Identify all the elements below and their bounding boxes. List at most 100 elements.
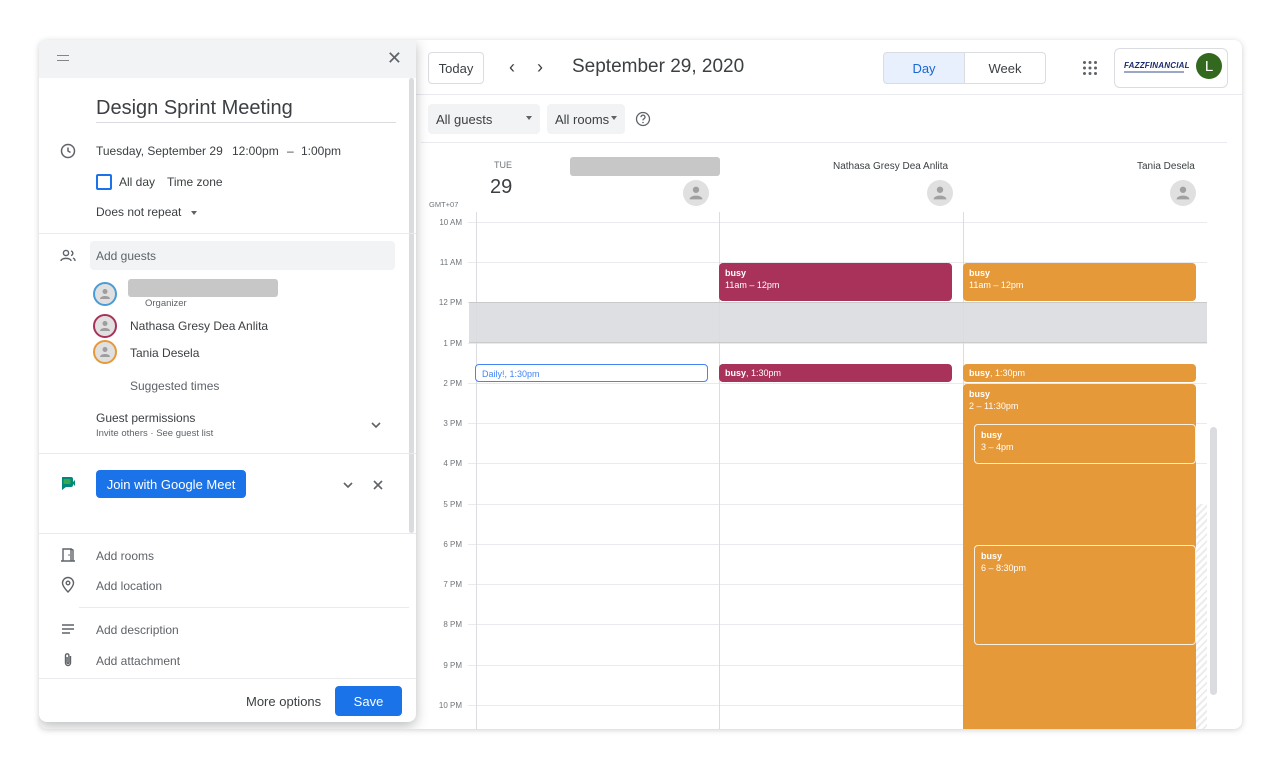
hour-gridline bbox=[468, 343, 1207, 344]
more-options-button[interactable]: More options bbox=[246, 694, 321, 709]
person-icon bbox=[100, 289, 110, 299]
column-avatar bbox=[683, 180, 709, 206]
attachment-icon bbox=[64, 653, 72, 667]
current-date-title: September 29, 2020 bbox=[572, 56, 745, 77]
repeat-dropdown[interactable]: Does not repeat bbox=[96, 205, 197, 219]
daily-event[interactable]: Daily!, 1:30pm bbox=[475, 364, 708, 382]
busy-event[interactable]: busy 3 – 4pm bbox=[974, 424, 1196, 464]
event-time: 6 – 8:30pm bbox=[981, 563, 1027, 573]
event-title: busy bbox=[969, 389, 991, 399]
divider bbox=[39, 453, 416, 454]
guest-name[interactable]: Nathasa Gresy Dea Anlita bbox=[130, 319, 268, 333]
busy-event[interactable]: busy 11am – 12pm bbox=[963, 263, 1196, 301]
panel-drag-bar[interactable]: ✕ bbox=[39, 40, 416, 78]
hour-label: 12 PM bbox=[438, 298, 462, 307]
busy-event[interactable]: busy, 1:30pm bbox=[963, 364, 1196, 382]
footer-divider bbox=[39, 678, 416, 679]
organizer-column-name-redacted bbox=[570, 157, 720, 176]
calendar-scrollbar[interactable] bbox=[1210, 427, 1217, 695]
hour-label: 3 PM bbox=[443, 419, 462, 428]
hour-gridline bbox=[468, 222, 1207, 223]
time-zone-link[interactable]: Time zone bbox=[167, 175, 223, 189]
add-description[interactable]: Add description bbox=[96, 623, 179, 637]
guest-avatar bbox=[93, 314, 117, 338]
chevron-down-icon bbox=[526, 116, 532, 120]
day-number[interactable]: 29 bbox=[490, 176, 512, 199]
user-avatar[interactable]: L bbox=[1196, 53, 1222, 79]
column-header-name: Nathasa Gresy Dea Anlita bbox=[833, 161, 949, 172]
help-icon[interactable] bbox=[635, 111, 651, 127]
weekday-label: TUE bbox=[494, 160, 512, 170]
guest-permissions-title[interactable]: Guest permissions bbox=[96, 411, 195, 425]
add-attachment[interactable]: Add attachment bbox=[96, 654, 180, 668]
organizer-avatar bbox=[93, 282, 117, 306]
description-icon bbox=[62, 624, 74, 634]
hour-label: 10 AM bbox=[439, 218, 462, 227]
brand-tagline-bar bbox=[1124, 71, 1184, 73]
join-google-meet-button[interactable]: Join with Google Meet bbox=[96, 470, 246, 498]
hour-label: 1 PM bbox=[443, 339, 462, 348]
chevron-down-icon[interactable] bbox=[339, 476, 357, 494]
guest-avatar bbox=[93, 340, 117, 364]
add-location[interactable]: Add location bbox=[96, 579, 162, 593]
apps-grid-icon[interactable] bbox=[1082, 60, 1098, 76]
hour-label: 7 PM bbox=[443, 580, 462, 589]
hour-label: 11 AM bbox=[439, 258, 462, 267]
prev-day-icon[interactable]: ‹ bbox=[509, 57, 515, 78]
person-icon bbox=[1176, 186, 1190, 200]
rooms-filter-select[interactable]: All rooms bbox=[547, 104, 625, 134]
divider bbox=[79, 607, 409, 608]
column-divider bbox=[476, 212, 477, 729]
hour-label: 2 PM bbox=[443, 379, 462, 388]
guests-filter-value: All guests bbox=[436, 111, 493, 127]
person-icon bbox=[100, 347, 110, 357]
event-title: Daily! bbox=[482, 369, 505, 379]
event-time: 2 – 11:30pm bbox=[969, 401, 1019, 411]
close-icon[interactable] bbox=[369, 476, 387, 494]
next-day-icon[interactable]: › bbox=[537, 57, 543, 78]
column-avatar bbox=[927, 180, 953, 206]
clock-icon bbox=[60, 143, 76, 159]
chevron-down-icon bbox=[611, 116, 617, 120]
busy-event[interactable]: busy, 1:30pm bbox=[719, 364, 952, 382]
filter-divider bbox=[421, 142, 1227, 143]
event-time: 11am – 12pm bbox=[969, 280, 1024, 290]
start-time[interactable]: 12:00pm bbox=[232, 144, 279, 158]
person-icon bbox=[933, 186, 947, 200]
guests-filter-select[interactable]: All guests bbox=[428, 104, 540, 134]
person-icon bbox=[689, 186, 703, 200]
event-time: 11am – 12pm bbox=[725, 280, 780, 290]
all-day-checkbox[interactable] bbox=[96, 174, 112, 190]
save-button[interactable]: Save bbox=[335, 686, 402, 716]
event-date[interactable]: Tuesday, September 29 bbox=[96, 144, 223, 158]
today-button[interactable]: Today bbox=[428, 52, 484, 84]
new-event-selection[interactable] bbox=[469, 302, 1207, 343]
all-day-label: All day bbox=[119, 175, 156, 189]
end-time[interactable]: 1:00pm bbox=[301, 144, 341, 158]
view-day-button[interactable]: Day bbox=[883, 52, 965, 84]
time-dash: – bbox=[287, 144, 294, 158]
event-title: busy bbox=[969, 368, 991, 378]
rooms-filter-value: All rooms bbox=[555, 111, 610, 127]
busy-event[interactable]: busy 11am – 12pm bbox=[719, 263, 952, 301]
panel-scrollbar[interactable] bbox=[409, 78, 414, 533]
column-avatar bbox=[1170, 180, 1196, 206]
event-time: , 1:30pm bbox=[990, 368, 1026, 378]
hour-label: 10 PM bbox=[438, 701, 462, 710]
view-week-button[interactable]: Week bbox=[964, 52, 1046, 84]
close-icon[interactable]: ✕ bbox=[387, 49, 402, 67]
suggested-times-link[interactable]: Suggested times bbox=[130, 379, 219, 393]
event-title-input[interactable]: Design Sprint Meeting bbox=[96, 97, 396, 123]
drag-handle-icon[interactable] bbox=[57, 55, 69, 61]
day-grid[interactable]: busy 11am – 12pm busy, 1:30pm Daily!, 1:… bbox=[468, 212, 1207, 729]
hour-label: 9 PM bbox=[443, 661, 462, 670]
add-guests-input[interactable]: Add guests bbox=[90, 241, 395, 270]
event-title: busy bbox=[969, 268, 991, 278]
event-editor-panel: ✕ Design Sprint Meeting Tuesday, Septemb… bbox=[39, 40, 416, 722]
brand-logo: FAZZFINANCIAL bbox=[1124, 61, 1190, 70]
chevron-down-icon[interactable] bbox=[367, 416, 385, 434]
event-title: busy bbox=[981, 430, 1003, 440]
add-rooms[interactable]: Add rooms bbox=[96, 549, 154, 563]
busy-event[interactable]: busy 6 – 8:30pm bbox=[974, 545, 1196, 645]
guest-name[interactable]: Tania Desela bbox=[130, 346, 199, 360]
